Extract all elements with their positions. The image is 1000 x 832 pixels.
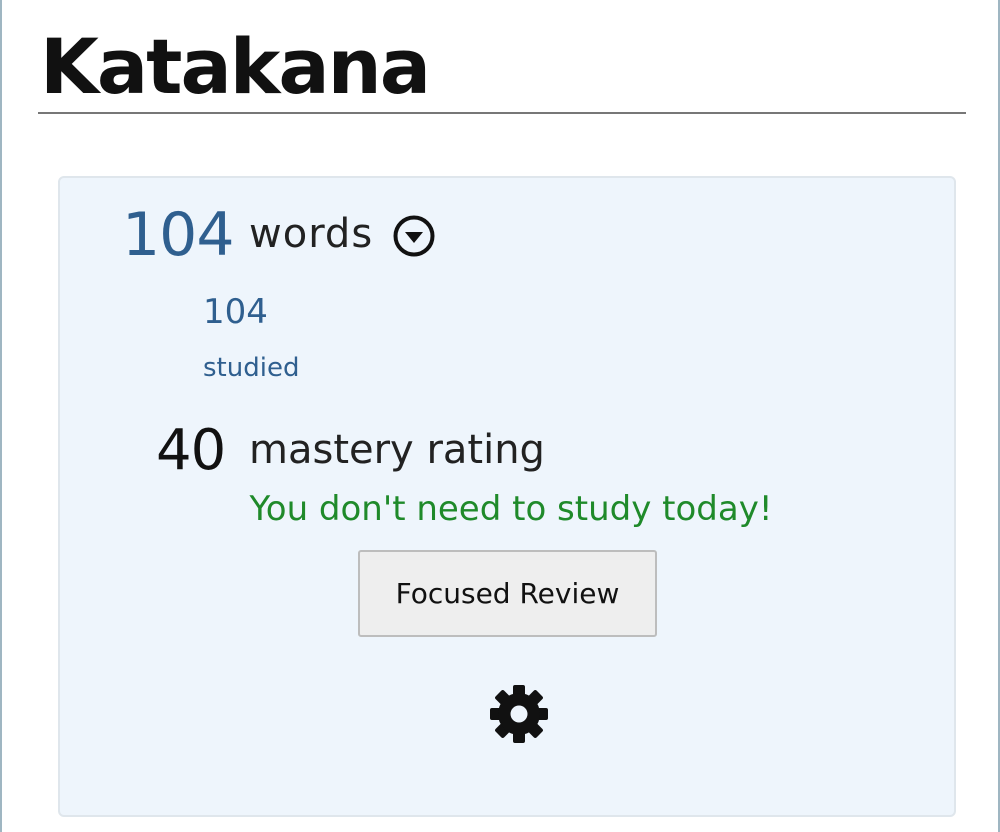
words-count: 104 [122, 200, 235, 270]
mastery-rating-value: 40 [156, 418, 226, 483]
page-title: Katakana [40, 22, 431, 111]
mastery-rating-label: mastery rating [249, 427, 545, 473]
studied-count: 104 [203, 292, 268, 332]
title-divider [38, 112, 966, 114]
stats-card: 104 words 104 studied 40 mastery rating … [58, 176, 956, 817]
words-label: words [249, 211, 374, 257]
studied-label: studied [203, 353, 300, 383]
chevron-down-circle-icon[interactable] [392, 214, 436, 258]
study-status-message: You don't need to study today! [249, 489, 773, 529]
gear-icon[interactable] [489, 684, 549, 744]
focused-review-button[interactable]: Focused Review [358, 550, 657, 637]
page: Katakana 104 words 104 studied 40 master… [0, 0, 1000, 832]
